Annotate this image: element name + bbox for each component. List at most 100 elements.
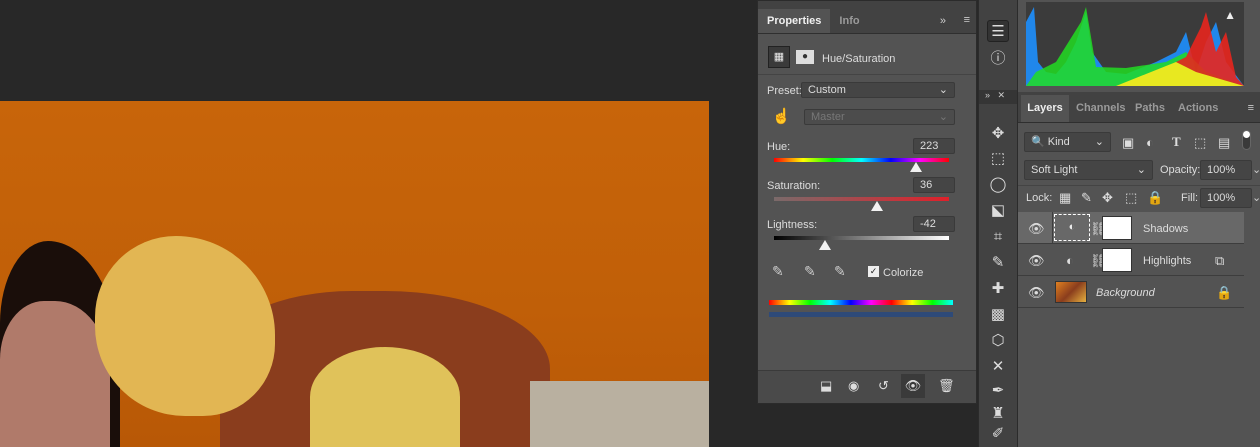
targeted-adjustment-hand-icon[interactable]: ☝ — [772, 107, 791, 125]
tab-channels[interactable]: Channels — [1076, 95, 1126, 122]
red-eye-tool-icon[interactable]: ✕ — [987, 356, 1009, 378]
lightness-label: Lightness: — [767, 219, 818, 231]
visibility-icon[interactable]: 👁 — [901, 374, 925, 398]
eyedropper-tool-icon[interactable]: ✎ — [987, 252, 1009, 274]
tab-layers[interactable]: Layers — [1021, 95, 1069, 122]
view-previous-state-icon[interactable]: ◉ — [848, 378, 859, 394]
preset-dropdown[interactable]: Custom ⌄ — [801, 82, 955, 98]
reset-icon[interactable]: ↺ — [878, 378, 889, 394]
lightness-slider[interactable] — [774, 236, 949, 250]
layer-row-highlights[interactable]: 👁 ◐ ⛓ Highlights ⧉ — [1018, 244, 1244, 276]
filter-kind-value: Kind — [1047, 136, 1070, 148]
layer-mask-thumbnail[interactable] — [1102, 248, 1132, 272]
clip-to-layer-icon[interactable]: ⬓ — [820, 378, 832, 394]
preset-label: Preset: — [767, 85, 802, 97]
filter-smart-object-icon[interactable]: ▤ — [1218, 135, 1230, 151]
visibility-eye-icon[interactable]: 👁 — [1028, 253, 1045, 269]
healing-brush-tool-icon[interactable]: ✚ — [987, 278, 1009, 300]
hue-slider-thumb[interactable] — [909, 162, 922, 172]
clone-stamp-tool-icon[interactable]: ♜ — [987, 403, 1009, 425]
filter-type-icon[interactable]: T — [1172, 134, 1181, 150]
layer-name[interactable]: Background — [1096, 287, 1155, 299]
right-panels: ▲ Layers Channels Paths Actions ≡ 🔍 Kind… — [1017, 0, 1260, 447]
saturation-slider[interactable] — [774, 197, 949, 211]
layer-mask-thumbnail[interactable] — [1102, 216, 1132, 240]
saturation-input[interactable]: 36 — [913, 177, 955, 193]
info-panel-icon[interactable]: ⓘ — [987, 48, 1009, 70]
histogram: ▲ — [1026, 2, 1244, 86]
colorize-checkbox[interactable]: ✓ — [868, 266, 879, 277]
eyedropper-minus-icon[interactable]: ✎ — [834, 263, 846, 280]
fill-input[interactable]: 100% — [1200, 188, 1252, 208]
tab-info[interactable]: Info — [830, 9, 868, 33]
alert-icon[interactable]: ▲ — [1224, 8, 1236, 22]
alarm-clock — [310, 347, 460, 447]
fill-dropdown-icon[interactable]: ⌄ — [1252, 191, 1260, 204]
layer-row-shadows[interactable]: 👁 ◐ ⛓ Shadows — [1018, 212, 1244, 244]
layer-row-background[interactable]: 👁 Background 🔒 — [1018, 276, 1244, 308]
panel-menu-icon[interactable]: ≡ — [1248, 102, 1254, 114]
adjustments-panel-icon[interactable]: ☰ — [987, 20, 1009, 42]
delete-icon[interactable]: 🗑 — [938, 378, 955, 394]
document-canvas[interactable] — [0, 101, 709, 447]
filter-adjustment-icon[interactable]: ◐ — [1146, 135, 1154, 150]
face — [0, 301, 110, 447]
filter-pixel-icon[interactable]: ▣ — [1122, 135, 1134, 151]
filter-toggle[interactable] — [1242, 130, 1251, 150]
lasso-tool-icon[interactable]: ◯ — [987, 174, 1009, 196]
lock-label: Lock: — [1026, 192, 1053, 204]
hue-slider[interactable] — [774, 158, 949, 172]
content-aware-move-tool-icon[interactable]: ⬡ — [987, 330, 1009, 352]
opacity-input[interactable]: 100% — [1200, 160, 1252, 180]
lock-artboard-icon[interactable]: ⬚ — [1125, 190, 1137, 206]
panel-menu-icon[interactable]: ≡ — [964, 14, 970, 26]
layer-thumbnail[interactable] — [1055, 281, 1087, 303]
tab-properties[interactable]: Properties — [758, 9, 831, 33]
adjustment-title: Hue/Saturation — [822, 53, 896, 65]
tab-paths[interactable]: Paths — [1135, 95, 1165, 122]
clipping-mask-icon: ⧉ — [1215, 253, 1225, 268]
hue-label: Hue: — [767, 141, 791, 153]
saturation-slider-thumb[interactable] — [871, 201, 884, 211]
lock-image-icon[interactable]: ✎ — [1081, 190, 1092, 206]
marquee-tool-icon[interactable]: ⬚ — [987, 148, 1009, 170]
adjustment-layer-icon[interactable]: ◐ — [1054, 214, 1090, 241]
eyedropper-plus-icon[interactable]: ✎ — [804, 263, 816, 280]
lock-transparent-icon[interactable]: ▦ — [1059, 190, 1071, 206]
layer-name[interactable]: Highlights — [1143, 255, 1191, 267]
toolbar-header[interactable]: » ✕ — [979, 90, 1017, 104]
output-hue-bar — [769, 312, 953, 317]
opacity-label: Opacity: — [1160, 164, 1201, 176]
collapse-icon[interactable]: » — [940, 15, 946, 27]
hue-input[interactable]: 223 — [913, 138, 955, 154]
object-selection-tool-icon[interactable]: ⬕ — [987, 200, 1009, 222]
visibility-eye-icon[interactable]: 👁 — [1028, 285, 1045, 301]
channel-dropdown[interactable]: Master ⌄ — [804, 109, 955, 125]
tab-actions[interactable]: Actions — [1178, 95, 1218, 122]
lightness-input[interactable]: -42 — [913, 216, 955, 232]
adjustment-icon[interactable]: ▦ — [768, 46, 790, 68]
layer-name[interactable]: Shadows — [1143, 223, 1188, 235]
colorize-label: Colorize — [883, 267, 924, 279]
properties-panel: Properties Info » ≡ ▦ ● Hue/Saturation P… — [757, 0, 977, 404]
lock-position-icon[interactable]: ✥ — [1102, 190, 1113, 206]
blend-mode-dropdown[interactable]: Soft Light ⌄ — [1024, 160, 1153, 180]
filter-shape-icon[interactable]: ⬚ — [1194, 135, 1206, 151]
filter-kind-dropdown[interactable]: 🔍 Kind ⌄ — [1024, 132, 1111, 152]
adjustment-layer-icon[interactable]: ◐ — [1066, 253, 1074, 268]
move-tool-icon[interactable]: ✥ — [987, 123, 1009, 145]
visibility-eye-icon[interactable]: 👁 — [1028, 221, 1045, 237]
lightness-slider-thumb[interactable] — [818, 240, 831, 250]
blend-mode-value: Soft Light — [1031, 164, 1078, 176]
saturation-label: Saturation: — [767, 180, 821, 192]
mask-icon[interactable]: ● — [796, 50, 814, 64]
blanket — [530, 381, 709, 447]
history-brush-tool-icon[interactable]: ✐ — [987, 424, 1009, 444]
brush-tool-icon[interactable]: ✒ — [987, 380, 1009, 402]
crop-tool-icon[interactable]: ⌗ — [987, 226, 1009, 248]
toolbar: ☰ ⓘ » ✕ ✥ ⬚ ◯ ⬕ ⌗ ✎ ✚ ▩ ⬡ ✕ ✒ ♜ ✐ — [978, 0, 1017, 447]
opacity-dropdown-icon[interactable]: ⌄ — [1252, 163, 1260, 176]
eyedropper-icon[interactable]: ✎ — [772, 263, 784, 280]
patch-tool-icon[interactable]: ▩ — [987, 304, 1009, 326]
lock-all-icon[interactable]: 🔒 — [1147, 190, 1163, 206]
